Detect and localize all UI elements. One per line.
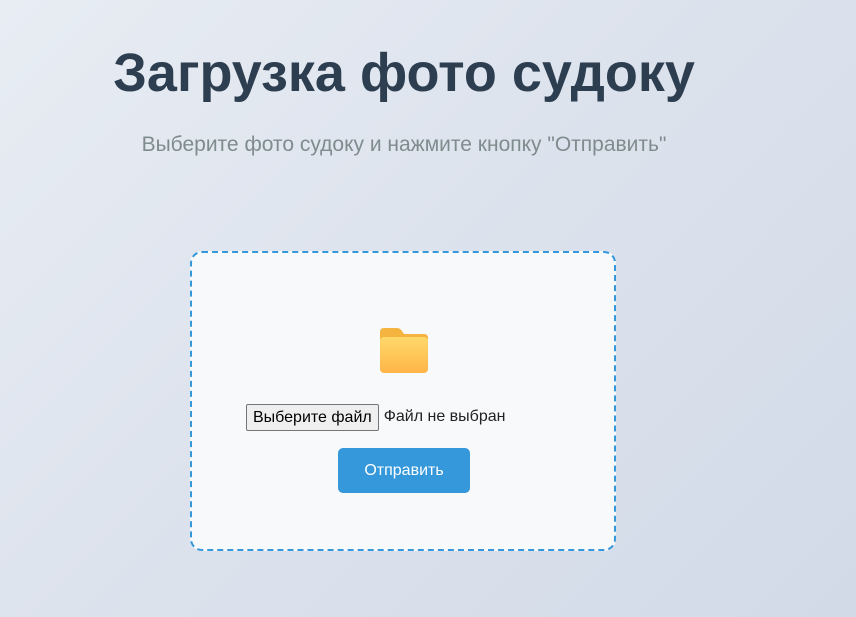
file-input[interactable]: Выберите файл Файл не выбран	[246, 403, 505, 431]
submit-button[interactable]: Отправить	[338, 448, 470, 493]
file-status-text: Файл не выбран	[383, 408, 506, 425]
page-title: Загрузка фото судоку	[113, 43, 695, 103]
choose-file-button[interactable]: Выберите файл	[246, 403, 379, 431]
page-subtitle: Выберите фото судоку и нажмите кнопку "О…	[141, 133, 667, 156]
folder-icon	[380, 328, 428, 373]
upload-dropzone[interactable]: Выберите файл Файл не выбран Отправить	[190, 251, 616, 551]
